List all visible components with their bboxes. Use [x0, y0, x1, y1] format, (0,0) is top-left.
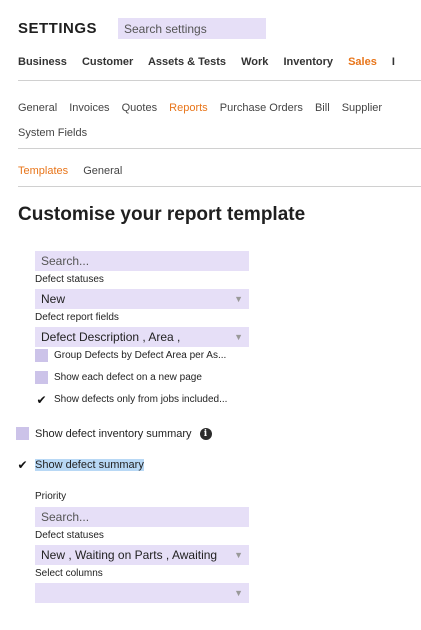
tab-general[interactable]: General: [83, 165, 122, 177]
chevron-down-icon: ▼: [234, 550, 243, 560]
nav-more[interactable]: I: [392, 56, 395, 68]
nav-assets-tests[interactable]: Assets & Tests: [148, 56, 226, 68]
settings-search-input[interactable]: [118, 18, 266, 39]
chevron-down-icon: ▼: [234, 294, 243, 304]
option-label: Show defects only from jobs included...: [54, 394, 228, 405]
checkbox[interactable]: [35, 371, 48, 384]
defect-statuses-value: New: [41, 292, 66, 306]
primary-nav: Business Customer Assets & Tests Work In…: [18, 56, 407, 68]
info-icon[interactable]: i: [199, 427, 212, 440]
divider: [18, 80, 421, 81]
settings-title: SETTINGS: [18, 20, 98, 37]
show-inventory-summary-toggle[interactable]: Show defect inventory summary i: [16, 427, 212, 440]
option-label: Show each defect on a new page: [54, 372, 202, 383]
defect-report-fields-label: Defect report fields: [35, 312, 119, 323]
secondary-nav: General Invoices Quotes Reports Purchase…: [18, 96, 421, 146]
summary-defect-statuses-select[interactable]: New , Waiting on Parts , Awaiting ▼: [35, 545, 249, 565]
defect-statuses-label: Defect statuses: [35, 274, 104, 285]
checkbox[interactable]: [16, 427, 29, 440]
chevron-down-icon: ▼: [234, 588, 243, 598]
option-label: Group Defects by Defect Area per As...: [54, 350, 227, 361]
show-defect-summary-label: Show defect summary: [35, 458, 144, 471]
tertiary-nav: Templates General: [18, 165, 134, 177]
subnav-quotes[interactable]: Quotes: [122, 102, 157, 114]
chevron-down-icon: ▼: [234, 332, 243, 342]
nav-customer[interactable]: Customer: [82, 56, 133, 68]
divider: [18, 148, 421, 149]
subnav-purchase-orders[interactable]: Purchase Orders: [220, 102, 303, 114]
select-columns-select[interactable]: ▼: [35, 583, 249, 603]
priority-label: Priority: [35, 491, 67, 502]
nav-sales[interactable]: Sales: [348, 56, 377, 68]
option-defect-new-page[interactable]: Show each defect on a new page: [35, 371, 202, 384]
nav-business[interactable]: Business: [18, 56, 67, 68]
priority-search-input[interactable]: [35, 507, 249, 527]
defect-search-input[interactable]: [35, 251, 249, 271]
page-title: Customise your report template: [18, 204, 306, 225]
divider: [18, 186, 421, 187]
summary-defect-statuses-value: New , Waiting on Parts , Awaiting: [41, 548, 218, 562]
subnav-system-fields[interactable]: System Fields: [18, 127, 87, 139]
defect-report-fields-value: Defect Description , Area ,: [41, 330, 181, 344]
show-inventory-summary-label: Show defect inventory summary: [35, 427, 192, 440]
subnav-invoices[interactable]: Invoices: [69, 102, 109, 114]
checkbox-checked[interactable]: ✔: [35, 393, 48, 407]
tab-templates[interactable]: Templates: [18, 165, 68, 177]
defect-statuses-select[interactable]: New ▼: [35, 289, 249, 309]
nav-inventory[interactable]: Inventory: [283, 56, 333, 68]
select-columns-label: Select columns: [35, 568, 103, 579]
checkbox-checked[interactable]: ✔: [16, 458, 29, 472]
summary-defect-statuses-label: Defect statuses: [35, 530, 104, 541]
checkbox[interactable]: [35, 349, 48, 362]
show-defect-summary-toggle[interactable]: ✔ Show defect summary: [16, 458, 144, 472]
nav-work[interactable]: Work: [241, 56, 268, 68]
option-group-defects[interactable]: Group Defects by Defect Area per As...: [35, 349, 226, 362]
option-defects-from-jobs[interactable]: ✔ Show defects only from jobs included..…: [35, 393, 228, 407]
subnav-general[interactable]: General: [18, 102, 57, 114]
subnav-reports[interactable]: Reports: [169, 102, 208, 114]
defect-report-fields-select[interactable]: Defect Description , Area , ▼: [35, 327, 249, 347]
subnav-supplier[interactable]: Supplier: [342, 102, 382, 114]
subnav-bill[interactable]: Bill: [315, 102, 330, 114]
